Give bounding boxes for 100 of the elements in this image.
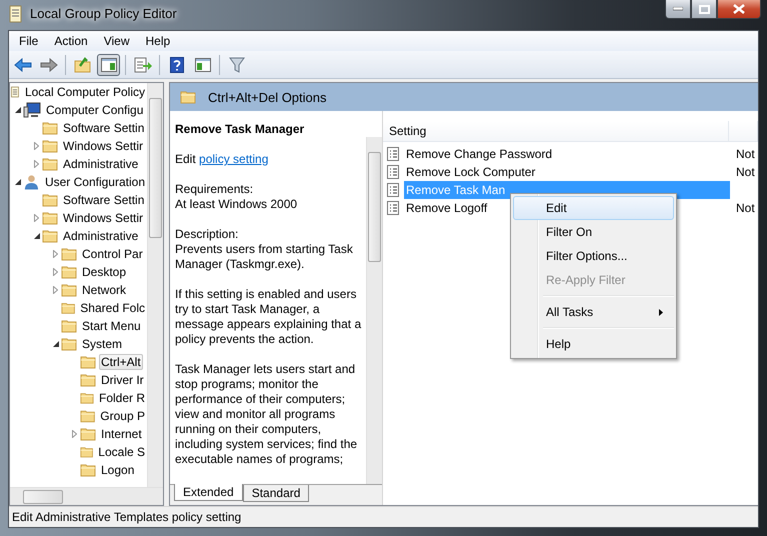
collapsed-arrow-icon[interactable] xyxy=(53,286,58,294)
folder-icon xyxy=(80,355,96,369)
menu-item[interactable]: Filter On xyxy=(513,220,674,244)
tree-item[interactable]: Folder R xyxy=(96,390,147,406)
help-icon xyxy=(170,56,184,72)
expanded-arrow-icon[interactable] xyxy=(52,341,58,347)
expanded-arrow-icon[interactable] xyxy=(14,107,20,113)
state-cell-text: Not xyxy=(735,201,756,215)
folder-icon xyxy=(42,157,58,171)
tree-item[interactable]: Logon xyxy=(99,462,136,478)
horizontal-scrollbar[interactable] xyxy=(10,487,163,505)
folder-icon xyxy=(80,463,96,477)
computer-icon xyxy=(23,102,41,118)
tree-item[interactable]: Windows Settir xyxy=(61,210,146,226)
tree-item[interactable]: Administrative xyxy=(61,228,140,244)
folder-icon xyxy=(61,265,77,279)
state-cell-text: Not xyxy=(735,165,756,179)
description-text: Requirements: xyxy=(175,182,254,197)
maximize-icon xyxy=(698,4,710,14)
state-cell-text: Not xyxy=(735,147,756,161)
back-arrow-icon xyxy=(14,58,32,72)
setting-icon xyxy=(387,201,399,215)
menu-item[interactable]: View xyxy=(96,34,138,48)
tree-item[interactable]: Group P xyxy=(98,408,147,424)
folder-icon xyxy=(42,211,58,225)
submenu-arrow-icon xyxy=(659,308,663,316)
tree-item[interactable]: Internet xyxy=(99,426,144,442)
tree-item[interactable]: Ctrl+Alt xyxy=(99,354,143,370)
maximize-button[interactable] xyxy=(691,0,717,19)
folder-icon xyxy=(180,90,196,104)
setting-row[interactable]: Remove Lock Computer xyxy=(404,163,730,181)
tree-item[interactable]: Software Settin xyxy=(61,120,146,136)
tree-item[interactable]: Driver Ir xyxy=(99,372,146,388)
expanded-arrow-icon[interactable] xyxy=(14,179,20,185)
menu-item[interactable]: Filter Options... xyxy=(513,244,674,268)
view-tab[interactable]: Extended xyxy=(174,484,243,501)
description-text: If this setting is enabled and users try to start Task Manager, a message appears explaining that a policy prevents the action. xyxy=(175,287,362,347)
menu-item[interactable]: File xyxy=(11,34,46,48)
tree-item[interactable]: Local Computer Policy xyxy=(22,84,147,100)
minimize-icon xyxy=(673,7,683,11)
setting-icon xyxy=(387,165,399,179)
description-text: Task Manager lets users start and stop programs; monitor the performance of their computers; view and monitor all programs running on their computers, including system services; find the executable names of programs; xyxy=(175,362,358,467)
collapsed-arrow-icon[interactable] xyxy=(72,430,77,438)
status-text: Edit Administrative Templates policy setting xyxy=(12,510,242,524)
collapsed-arrow-icon[interactable] xyxy=(53,268,58,276)
tree-item[interactable]: System xyxy=(80,336,124,352)
filter-icon xyxy=(228,56,244,72)
close-icon xyxy=(733,4,745,14)
header-title: Ctrl+Alt+Del Options xyxy=(208,90,326,104)
vertical-scrollbar[interactable] xyxy=(366,137,382,484)
setting-icon xyxy=(387,183,399,197)
tree-item[interactable]: Shared Folc xyxy=(78,300,147,316)
folder-icon xyxy=(80,427,96,441)
menu-item[interactable]: Action xyxy=(46,34,96,48)
menu-item[interactable]: Help xyxy=(513,332,674,356)
close-button[interactable] xyxy=(717,0,761,19)
tree-item[interactable]: Start Menu xyxy=(80,318,143,334)
folder-icon xyxy=(80,409,96,423)
menu-item[interactable]: Help xyxy=(138,34,178,48)
tree-item[interactable]: Desktop xyxy=(80,264,128,280)
setting-icon xyxy=(387,147,399,161)
folder-icon xyxy=(61,301,76,315)
folder-icon xyxy=(61,319,77,333)
policy-title: Remove Task Manager xyxy=(175,122,306,137)
tree-item[interactable]: Windows Settir xyxy=(61,138,146,154)
window-title: Local Group Policy Editor xyxy=(30,6,177,21)
vertical-scrollbar[interactable] xyxy=(147,83,163,487)
setting-row[interactable]: Remove Change Password xyxy=(404,145,730,163)
tree-item[interactable]: Control Par xyxy=(80,246,145,262)
collapsed-arrow-icon[interactable] xyxy=(34,160,39,168)
description-text: Prevents users from starting Task Manager (Taskmgr.exe). xyxy=(175,242,354,272)
folder-icon xyxy=(42,121,58,135)
folder-icon xyxy=(80,445,94,459)
folder-icon xyxy=(61,337,77,351)
menu-item[interactable]: All Tasks xyxy=(513,300,674,324)
tree-item[interactable]: Software Settin xyxy=(61,192,146,208)
folder-icon xyxy=(80,391,94,405)
forward-arrow-icon xyxy=(40,58,58,72)
tree-item[interactable]: Network xyxy=(80,282,128,298)
collapsed-arrow-icon[interactable] xyxy=(34,142,39,150)
menu-item[interactable]: Edit xyxy=(513,196,674,220)
view-tab[interactable]: Standard xyxy=(242,485,310,502)
tree-item[interactable]: Locale S xyxy=(96,444,147,460)
policy-link[interactable]: policy setting xyxy=(199,152,268,166)
tree-item[interactable]: Administrative xyxy=(61,156,140,172)
folder-icon xyxy=(61,247,77,261)
expanded-arrow-icon[interactable] xyxy=(34,233,40,239)
minimize-button[interactable] xyxy=(665,0,691,19)
toolbar-button[interactable] xyxy=(97,54,120,76)
collapsed-arrow-icon[interactable] xyxy=(53,250,58,258)
edit-text: Edit policy setting xyxy=(175,152,270,167)
tree-item[interactable]: User Configuration xyxy=(42,174,147,190)
description-text: Description: xyxy=(175,227,240,242)
pane-icon xyxy=(194,58,210,72)
collapsed-arrow-icon[interactable] xyxy=(34,214,39,222)
app-icon xyxy=(8,5,24,23)
folder-icon xyxy=(42,229,58,243)
folder-icon xyxy=(61,283,77,297)
folder-icon xyxy=(42,139,58,153)
tree-item[interactable]: Computer Configu xyxy=(44,102,146,118)
